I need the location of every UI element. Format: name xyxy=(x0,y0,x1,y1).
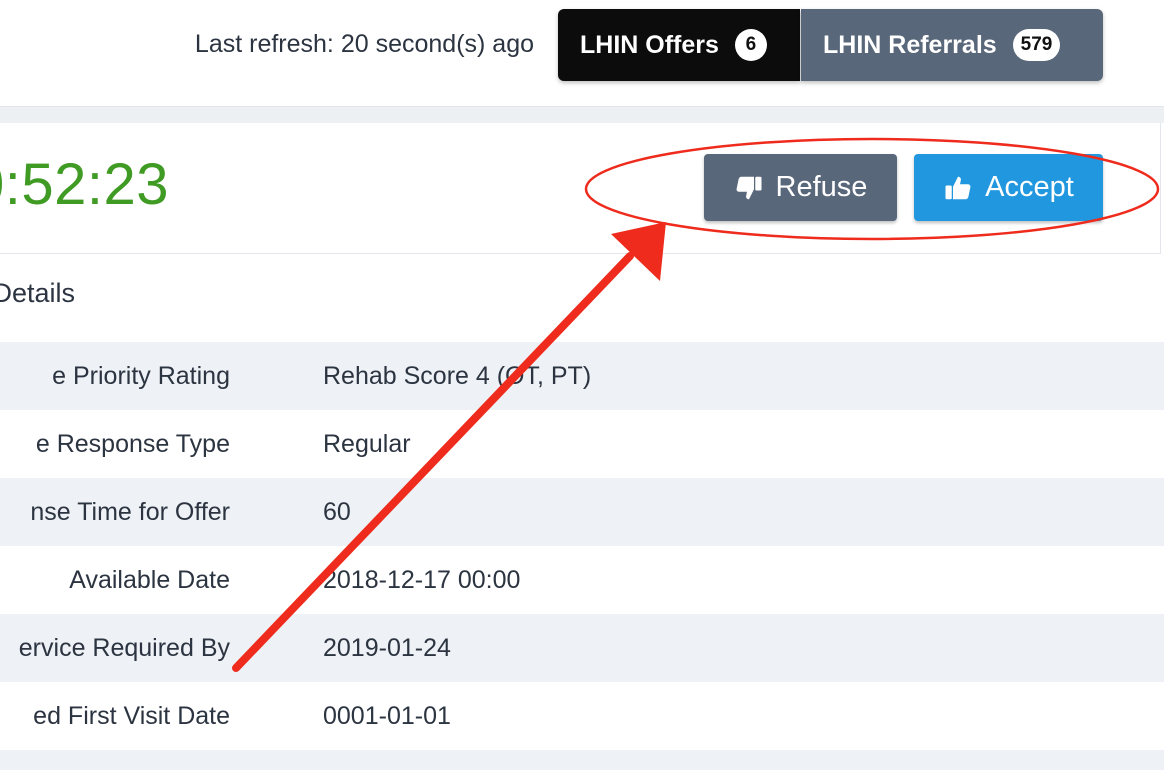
refuse-button-label: Refuse xyxy=(775,171,868,203)
detail-row-partial xyxy=(0,750,1164,770)
details-section-title: e Details xyxy=(0,278,76,308)
top-bar: Last refresh: 20 second(s) ago LHIN Offe… xyxy=(0,0,1164,107)
detail-value: 2018-12-17 00:00 xyxy=(323,566,521,594)
accept-button-label: Accept xyxy=(985,171,1074,203)
detail-row: ervice Required By 2019-01-24 xyxy=(0,614,1164,682)
tab-lhin-referrals-label: LHIN Referrals xyxy=(823,30,997,59)
detail-label: ervice Required By xyxy=(18,634,230,662)
detail-label: e Response Type xyxy=(35,430,230,458)
detail-row: nse Time for Offer 60 xyxy=(0,478,1164,546)
tab-lhin-offers[interactable]: LHIN Offers 6 xyxy=(558,9,800,81)
detail-row: Available Date 2018-12-17 00:00 xyxy=(0,546,1164,614)
detail-value: 60 xyxy=(323,498,351,526)
thumbs-down-icon xyxy=(736,176,762,199)
detail-value: Rehab Score 4 (OT, PT) xyxy=(323,362,592,390)
referrals-count-badge: 579 xyxy=(1012,29,1061,61)
detail-value: 0001-01-01 xyxy=(323,702,451,730)
detail-label: ed First Visit Date xyxy=(33,702,230,730)
detail-label: Available Date xyxy=(69,566,230,594)
detail-value: 2019-01-24 xyxy=(323,634,451,662)
detail-row: e Priority Rating Rehab Score 4 (OT, PT) xyxy=(0,342,1164,410)
last-refresh-text: Last refresh: 20 second(s) ago xyxy=(194,30,534,58)
detail-label: e Priority Rating xyxy=(52,362,230,390)
section-divider xyxy=(0,107,1164,123)
tab-lhin-referrals[interactable]: LHIN Referrals 579 xyxy=(801,9,1103,81)
detail-value: Regular xyxy=(323,430,411,458)
detail-row: ed First Visit Date 0001-01-01 xyxy=(0,682,1164,750)
refuse-button[interactable]: Refuse xyxy=(704,154,897,221)
countdown-timer: 0:52:23 xyxy=(0,152,170,217)
timer-bar: 0:52:23 Refuse Accept xyxy=(0,123,1161,254)
thumbs-up-icon xyxy=(945,176,971,199)
offers-count-badge: 6 xyxy=(734,29,767,61)
detail-label: nse Time for Offer xyxy=(30,498,230,526)
detail-row: e Response Type Regular xyxy=(0,410,1164,478)
accept-button[interactable]: Accept xyxy=(914,154,1103,221)
tab-lhin-offers-label: LHIN Offers xyxy=(580,30,719,59)
details-table: e Priority Rating Rehab Score 4 (OT, PT)… xyxy=(0,342,1164,770)
